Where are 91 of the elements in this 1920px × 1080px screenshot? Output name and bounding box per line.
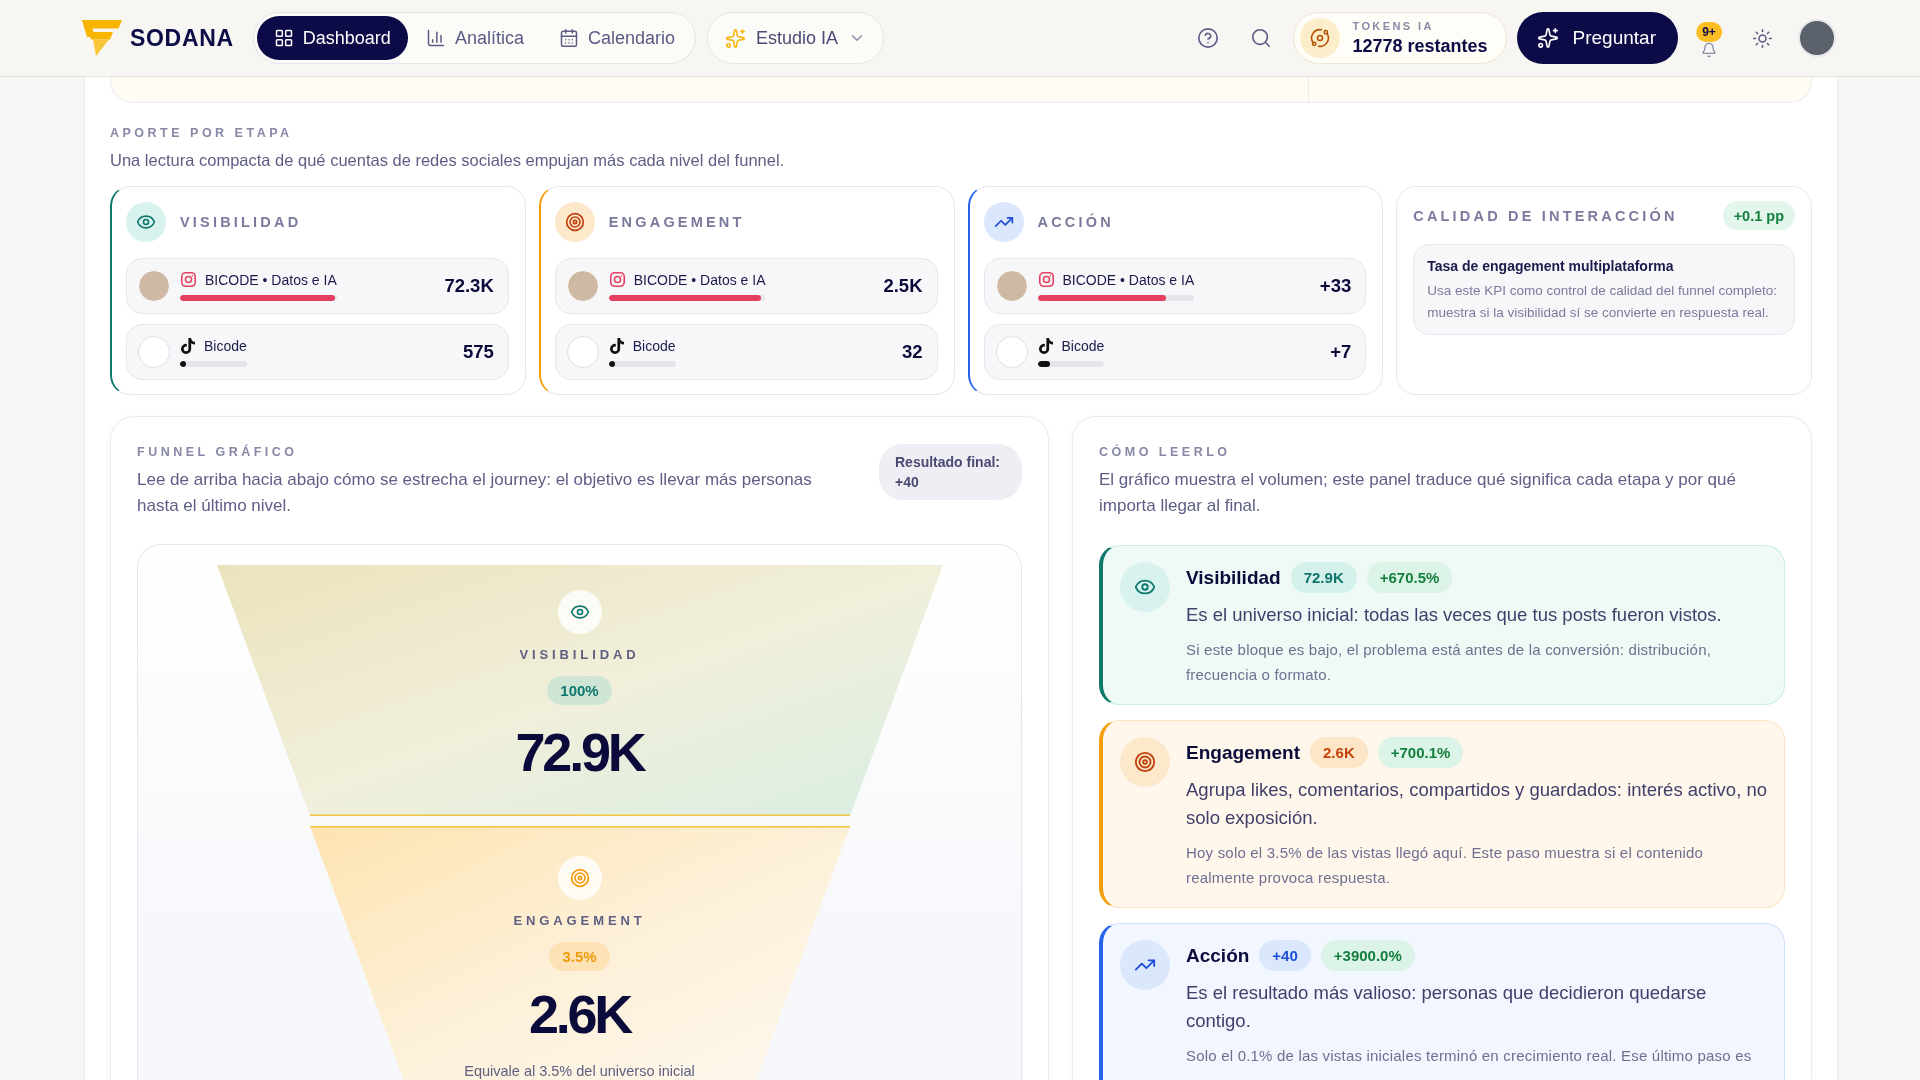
tokens-label: TOKENS IA xyxy=(1352,19,1435,33)
stage-total: 2.6K xyxy=(528,987,631,1041)
trending-up-icon xyxy=(1120,940,1170,990)
stage-title: Acción xyxy=(1186,944,1250,967)
share-bar xyxy=(1037,360,1105,367)
account-value: 2.5K xyxy=(883,275,923,297)
orbit-icon xyxy=(1300,18,1341,58)
account-value: 575 xyxy=(462,341,494,363)
kpi-name: Tasa de engagement multiplataforma xyxy=(1427,257,1675,275)
notification-badge: 9+ xyxy=(1696,22,1722,42)
user-avatar[interactable] xyxy=(1798,19,1836,57)
account-avatar xyxy=(566,336,599,368)
change-badge: +0.1 pp xyxy=(1722,201,1795,230)
stage-note: Solo el 0.1% de las vistas iniciales terminó en crecimiento real. Ese último paso es xyxy=(1186,1046,1753,1066)
tiktok-icon xyxy=(1037,337,1054,354)
section-subtitle: Una lectura compacta de qué cuentas de redes sociales empujan más cada nivel del funnel. xyxy=(110,150,786,170)
value-badge: 2.6K xyxy=(1310,737,1368,768)
bell-icon xyxy=(1701,42,1717,58)
eye-icon xyxy=(1120,562,1170,612)
calendar-icon xyxy=(558,28,579,48)
search-icon xyxy=(1250,27,1273,49)
account-name: BICODE • Datos e IA xyxy=(1062,271,1195,288)
nav-tab[interactable]: Dashboard xyxy=(256,16,408,60)
sparkles-icon xyxy=(1536,27,1559,49)
brand-name: SODANA xyxy=(130,24,234,52)
account-name: BICODE • Datos e IA xyxy=(633,271,766,288)
grid-icon xyxy=(273,28,294,48)
ask-button[interactable]: Preguntar xyxy=(1516,12,1678,64)
instagram-icon xyxy=(180,271,197,288)
account-avatar xyxy=(138,270,170,302)
account-avatar xyxy=(995,270,1028,302)
stage-title: Engagement xyxy=(1186,741,1301,764)
stage-total: 72.9K xyxy=(515,725,644,779)
instagram-icon xyxy=(608,271,626,288)
panel-title: FUNNEL GRÁFICO xyxy=(137,445,299,460)
panel-title: CÓMO LEERLO xyxy=(1099,445,1232,460)
section-title: APORTE POR ETAPA xyxy=(110,126,294,141)
bar-chart-icon xyxy=(425,28,446,48)
stage-summary: Agrupa likes, comentarios, compartidos y guardados: interés activo, no solo exposición. xyxy=(1186,778,1768,830)
change-badge: +3900.0% xyxy=(1320,940,1415,971)
panel-description: El gráfico muestra el volumen; este panel traduce qué significa cada etapa y por qué importa llegar al final. xyxy=(1099,469,1737,517)
eye-icon xyxy=(126,202,166,242)
share-bar xyxy=(608,360,676,367)
stage-note: Equivale al 3.5% del universo inicial xyxy=(464,1063,695,1080)
account-value: 32 xyxy=(901,341,923,363)
account-name: Bicode xyxy=(1061,337,1105,354)
account-name: BICODE • Datos e IA xyxy=(205,271,337,288)
stage-summary: Es el resultado más valioso: personas que decidieron quedarse contigo. xyxy=(1186,981,1708,1033)
stage-summary: Es el universo inicial: todas las veces que tus posts fueron vistos. xyxy=(1186,603,1723,627)
kpi-description: Usa este KPI como control de calidad del funnel completo: muestra si la visibilidad sí se convierte en respuesta real. xyxy=(1427,282,1778,322)
stage-title: Visibilidad xyxy=(1186,566,1281,589)
change-badge: +700.1% xyxy=(1377,737,1464,768)
tiktok-icon xyxy=(180,337,196,354)
account-name: Bicode xyxy=(204,337,247,354)
sun-icon xyxy=(1751,27,1773,49)
share-badge: 100% xyxy=(547,676,612,705)
instagram-icon xyxy=(1037,271,1055,288)
share-bar xyxy=(180,360,247,367)
account-avatar xyxy=(566,270,599,302)
notifications-button[interactable]: 9+ xyxy=(1694,16,1724,60)
sparkles-icon xyxy=(725,27,746,49)
stage-label: VISIBILIDAD xyxy=(180,214,302,230)
account-value: +7 xyxy=(1330,341,1352,363)
stage-note: Hoy solo el 3.5% de las vistas llegó aquí. Este paso muestra si el contenido realmente provoca respuesta. xyxy=(1186,843,1705,888)
value-badge: +40 xyxy=(1259,940,1311,971)
value-badge: 72.9K xyxy=(1290,562,1357,593)
target-icon xyxy=(554,202,595,242)
panel-description: Lee de arriba hacia abajo cómo se estrecha el journey: el objetivo es llevar más personas hasta el último nivel. xyxy=(137,469,813,517)
account-name: Bicode xyxy=(632,337,676,354)
stage-label: ENGAGEMENT xyxy=(513,913,646,929)
tokens-remaining: 12778 restantes xyxy=(1352,35,1488,57)
stage-note: Si este bloque es bajo, el problema está antes de la conversión: distribución, frecuencia o formato. xyxy=(1186,640,1713,685)
tiktok-icon xyxy=(608,337,625,354)
result-pill: Resultado final: +40 xyxy=(879,444,1022,500)
account-avatar xyxy=(995,336,1028,368)
help-icon xyxy=(1197,27,1220,49)
target-icon xyxy=(1120,737,1170,787)
change-badge: +670.5% xyxy=(1366,562,1453,593)
logo-icon xyxy=(82,20,122,56)
nav-tab[interactable]: Analítica xyxy=(408,16,541,60)
stage-label: ENGAGEMENT xyxy=(608,214,745,230)
trending-up-icon xyxy=(983,202,1024,242)
account-avatar xyxy=(138,336,170,368)
stage-label: ACCIÓN xyxy=(1037,214,1114,230)
quality-title: CALIDAD DE INTERACCIÓN xyxy=(1413,207,1678,224)
account-value: +33 xyxy=(1319,275,1352,297)
share-badge: 3.5% xyxy=(549,942,610,971)
stage-label: VISIBILIDAD xyxy=(519,647,640,663)
studio-menu-button[interactable]: Estudio IA xyxy=(707,12,885,64)
nav-tab[interactable]: Calendario xyxy=(541,16,692,60)
account-value: 72.3K xyxy=(444,275,494,297)
